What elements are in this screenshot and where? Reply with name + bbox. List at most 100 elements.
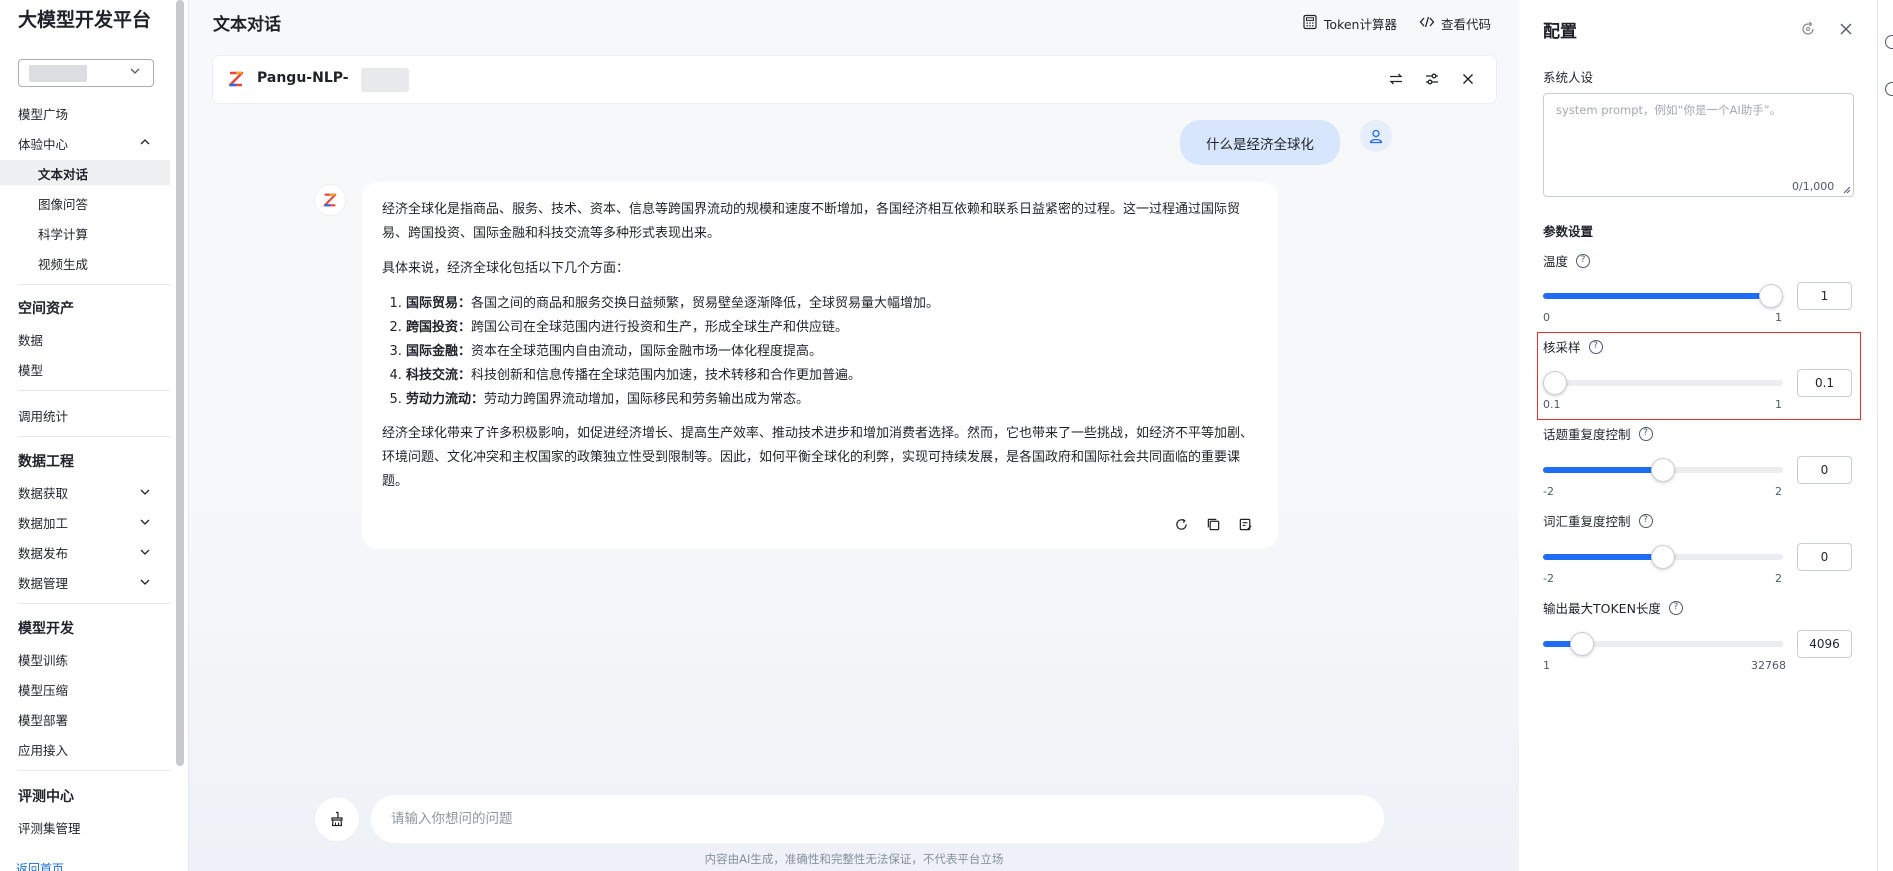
param-slider[interactable] (1543, 281, 1783, 311)
slider-thumb[interactable] (1570, 632, 1594, 656)
assistant-answer: 经济全球化是指商品、服务、技术、资本、信息等跨国界流动的规模和速度不断增加，各国… (362, 182, 1278, 549)
param-label: 词汇重复度控制 ? (1543, 511, 1653, 530)
view-code-label: 查看代码 (1440, 17, 1491, 32)
nav-item-data-manage[interactable]: 数据管理 (18, 573, 68, 592)
list-item: 国际金融：资本在全球范围内自由流动，国际金融市场一体化程度提高。 (406, 340, 1258, 364)
regenerate-icon[interactable] (1172, 515, 1190, 533)
slider-min-label: -2 (1543, 572, 1554, 585)
param-slider[interactable] (1543, 542, 1783, 572)
nav-item-model-deploy[interactable]: 模型部署 (18, 710, 68, 729)
resize-handle-icon[interactable] (1842, 183, 1851, 194)
nav-item-eval-set-manage[interactable]: 评测集管理 (18, 818, 81, 837)
swap-model-icon[interactable] (1386, 69, 1406, 89)
slider-max-label: 1 (1775, 398, 1782, 411)
chat-input[interactable] (371, 795, 1384, 843)
slider-min-label: 1 (1543, 659, 1550, 672)
nav-item-data-publish[interactable]: 数据发布 (18, 543, 68, 562)
nav-item-model[interactable]: 模型 (18, 360, 43, 379)
chevron-down-icon[interactable] (139, 576, 151, 588)
nav-section-space-assets: 空间资产 (18, 301, 74, 317)
view-code-button[interactable]: 查看代码 (1419, 14, 1491, 33)
close-icon[interactable] (1837, 20, 1855, 38)
param-value-input[interactable] (1797, 543, 1852, 571)
nav-section-eval-center: 评测中心 (18, 789, 74, 805)
nav-section-data-engineering: 数据工程 (18, 454, 74, 470)
chevron-up-icon[interactable] (139, 136, 151, 148)
answer-paragraph: 经济全球化是指商品、服务、技术、资本、信息等跨国界流动的规模和速度不断增加，各国… (382, 202, 1241, 241)
nav-item-data[interactable]: 数据 (18, 330, 43, 349)
space-select[interactable] (18, 59, 154, 87)
list-item-text: 跨国公司在全球范围内进行投资和生产，形成全球生产和供应链。 (471, 320, 849, 335)
param-label-text: 核采样 (1543, 340, 1581, 355)
broom-icon (331, 811, 343, 827)
slider-thumb[interactable] (1759, 284, 1783, 308)
slider-thumb[interactable] (1543, 371, 1567, 395)
list-item-title: 国际金融： (406, 344, 472, 359)
nav-item-data-process[interactable]: 数据加工 (18, 513, 68, 532)
slider-min-label: 0 (1543, 311, 1550, 324)
help-icon[interactable]: ? (1576, 253, 1591, 268)
info-icon[interactable] (1885, 82, 1893, 96)
user-avatar (1360, 120, 1392, 152)
chevron-down-icon[interactable] (139, 486, 151, 498)
param-label-text: 话题重复度控制 (1543, 427, 1631, 442)
chevron-down-icon[interactable] (139, 516, 151, 528)
code-icon (1419, 14, 1435, 33)
params-section-label: 参数设置 (1543, 221, 1593, 240)
config-title: 配置 (1543, 22, 1577, 42)
pangu-logo-icon (227, 70, 245, 88)
nav-item-call-stats[interactable]: 调用统计 (18, 406, 68, 425)
help-icon[interactable]: ? (1668, 600, 1683, 615)
clear-chat-button[interactable] (315, 797, 359, 841)
param-slider[interactable] (1543, 368, 1783, 398)
param-value-input[interactable] (1797, 369, 1852, 397)
model-bar-actions (1386, 69, 1478, 89)
nav-item-model-compress[interactable]: 模型压缩 (18, 680, 68, 699)
param-slider[interactable] (1543, 629, 1783, 659)
close-icon[interactable] (1458, 69, 1478, 89)
nav-item-model-train[interactable]: 模型训练 (18, 650, 68, 669)
token-calculator-button[interactable]: Token计算器 (1302, 14, 1397, 33)
param-value-input[interactable] (1797, 282, 1852, 310)
model-name[interactable]: Pangu-NLP- (257, 70, 349, 86)
nav-item-app-access[interactable]: 应用接入 (18, 740, 68, 759)
help-icon[interactable]: ? (1638, 426, 1653, 441)
reset-icon[interactable] (1799, 20, 1817, 38)
settings-sliders-icon[interactable] (1422, 69, 1442, 89)
info-icon[interactable] (1885, 35, 1893, 49)
chevron-down-icon[interactable] (139, 546, 151, 558)
nav-item-data-acquire[interactable]: 数据获取 (18, 483, 68, 502)
model-bar: Pangu-NLP- (213, 56, 1496, 103)
sidebar-scrollbar[interactable] (176, 0, 184, 766)
back-home-link[interactable]: 返回首页 (16, 860, 64, 871)
list-item-text: 资本在全球范围内自由流动，国际金融市场一体化程度提高。 (471, 344, 823, 359)
right-edge-toolbar (1877, 0, 1893, 871)
nav-item-text-chat[interactable]: 文本对话 (38, 164, 88, 183)
help-icon[interactable]: ? (1638, 513, 1653, 528)
nav-item-model-square[interactable]: 模型广场 (18, 104, 68, 123)
chevron-down-icon (129, 65, 141, 80)
param-value-input[interactable] (1797, 456, 1852, 484)
param-label: 话题重复度控制 ? (1543, 424, 1653, 443)
nav-item-science-compute[interactable]: 科学计算 (38, 224, 88, 243)
nav-section-model-dev: 模型开发 (18, 621, 74, 637)
pangu-logo-icon (323, 193, 337, 207)
nav-divider (18, 436, 170, 437)
edit-note-icon[interactable] (1236, 515, 1254, 533)
param-label-text: 输出最大TOKEN长度 (1543, 601, 1661, 616)
param-slider[interactable] (1543, 455, 1783, 485)
nav-item-experience-center[interactable]: 体验中心 (18, 134, 68, 153)
param-label: 温度 ? (1543, 251, 1591, 270)
nav-divider (18, 390, 170, 391)
param-value-input[interactable] (1797, 630, 1852, 658)
slider-thumb[interactable] (1651, 545, 1675, 569)
help-icon[interactable]: ? (1588, 339, 1603, 354)
copy-icon[interactable] (1204, 515, 1222, 533)
slider-thumb[interactable] (1651, 458, 1675, 482)
nav-item-image-qa[interactable]: 图像问答 (38, 194, 88, 213)
list-item-title: 科技交流： (406, 368, 472, 383)
slider-min-label: 0.1 (1543, 398, 1561, 411)
nav-item-video-gen[interactable]: 视频生成 (38, 254, 88, 273)
bot-avatar (315, 185, 345, 215)
param-label-text: 温度 (1543, 254, 1569, 269)
